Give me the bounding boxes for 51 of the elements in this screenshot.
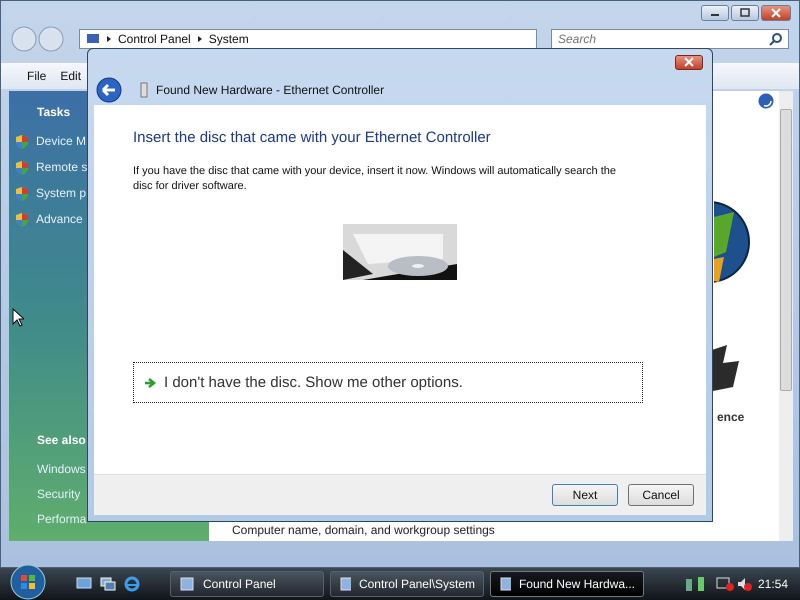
breadcrumb[interactable]: System (208, 32, 249, 46)
back-icon[interactable] (96, 77, 122, 103)
menu-item[interactable]: File (27, 69, 46, 83)
arrow-icon (144, 376, 156, 388)
option-link[interactable]: I don't have the disc. Show me other options. (133, 362, 643, 403)
maximize-icon (739, 8, 751, 18)
task-link[interactable]: System p (36, 186, 86, 200)
settings-heading: Computer name, domain, and workgroup settings (232, 523, 495, 537)
close-button[interactable] (761, 5, 791, 21)
chevron-icon (196, 35, 203, 43)
browser-icon[interactable] (124, 576, 140, 592)
shield-icon (15, 212, 29, 226)
cursor-icon (12, 308, 24, 327)
chevron-icon (106, 35, 112, 43)
task-link[interactable]: Remote s (36, 160, 88, 174)
volume-muted-icon[interactable] (716, 576, 752, 592)
sidebar-heading: See also (37, 433, 87, 447)
shield-icon (15, 186, 29, 200)
wizard-heading: Insert the disc that came with your Ethernet Controller (133, 129, 492, 146)
windows-stack-icon[interactable] (100, 577, 116, 591)
task-link[interactable]: Advance (36, 212, 83, 226)
close-icon (683, 57, 695, 67)
shield-icon (15, 160, 29, 174)
search-icon (769, 32, 783, 46)
shield-icon (15, 134, 29, 148)
taskbar-button[interactable]: Found New Hardwa... (490, 571, 644, 597)
clock-text: 21:54 (758, 577, 788, 591)
window-icon (339, 576, 351, 592)
computer-icon (86, 33, 100, 45)
menu-item[interactable]: Edit (60, 69, 82, 83)
taskbar-button[interactable]: Control Panel (170, 571, 324, 597)
taskbar-button[interactable]: Control Panel\System (330, 571, 484, 597)
search-field[interactable]: Search (551, 29, 789, 49)
desktop-icon[interactable] (76, 577, 92, 591)
window-icon (499, 576, 511, 592)
close-button[interactable] (675, 54, 703, 70)
hardware-icon (140, 82, 148, 98)
close-icon (770, 8, 782, 18)
dialog-button[interactable]: Cancel (628, 484, 694, 506)
address-bar[interactable]: Control Panel System (79, 29, 537, 49)
instructions-text: If you have the disc that came with your device, insert it now. Windows will automatically search the disc for driver software. (133, 164, 617, 194)
dialog-title: Found New Hardware - Ethernet Controller (156, 83, 384, 97)
breadcrumb[interactable]: Control Panel (118, 32, 191, 46)
caption-text: ence (717, 410, 744, 424)
dialog-button[interactable]: Next (552, 484, 618, 506)
maximize-button[interactable] (731, 5, 759, 21)
sidebar-heading: Tasks (37, 105, 72, 119)
scrollbar[interactable] (779, 91, 793, 541)
task-link[interactable]: Device M (36, 134, 86, 148)
window-icon (179, 576, 195, 592)
minimize-button[interactable] (701, 5, 729, 21)
